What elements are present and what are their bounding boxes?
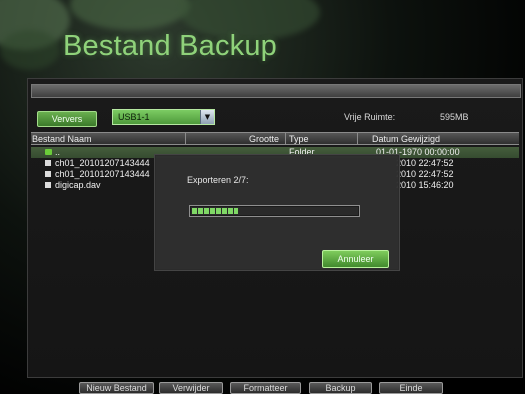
- file-icon: [45, 182, 51, 188]
- file-name: ch01_20101207143444: [55, 158, 150, 168]
- file-name: digicap.dav: [55, 180, 101, 190]
- export-dialog: Exporteren 2/7: Annuleer: [155, 155, 399, 270]
- free-space-value: 595MB: [440, 112, 469, 122]
- chevron-down-icon[interactable]: ▼: [200, 110, 214, 124]
- format-button[interactable]: Formatteer: [230, 382, 301, 394]
- foliage-decoration: [0, 30, 60, 70]
- backup-button[interactable]: Backup: [309, 382, 372, 394]
- column-header-date: Datum Gewijzigd: [372, 134, 441, 144]
- file-icon: [45, 160, 51, 166]
- screen: Bestand Backup Ververs USB1-1 ▼ Vrije Ru…: [0, 0, 525, 394]
- progress-fill: [192, 208, 238, 214]
- column-divider: [357, 133, 358, 145]
- file-name: ..: [55, 147, 61, 157]
- new-file-button[interactable]: Nieuw Bestand: [79, 382, 154, 394]
- refresh-button[interactable]: Ververs: [37, 111, 97, 127]
- column-header-size: Grootte: [249, 134, 280, 144]
- page-title: Bestand Backup: [63, 30, 277, 62]
- file-date: 2010 22:47:52: [396, 169, 454, 179]
- exit-button[interactable]: Einde: [379, 382, 443, 394]
- header-strip: [31, 84, 521, 98]
- export-progress-bar: [189, 205, 360, 217]
- foliage-decoration: [70, 0, 190, 30]
- file-date: 2010 22:47:52: [396, 158, 454, 168]
- column-header-name: Bestand Naam: [32, 134, 92, 144]
- delete-button[interactable]: Verwijder: [159, 382, 223, 394]
- folder-icon: [45, 149, 52, 155]
- cancel-button[interactable]: Annuleer: [322, 250, 389, 268]
- free-space-label: Vrije Ruimte:: [344, 112, 396, 122]
- column-header-type: Type: [289, 134, 309, 144]
- file-table-header: Bestand Naam Grootte Type Datum Gewijzig…: [31, 132, 519, 145]
- export-status-text: Exporteren 2/7:: [187, 175, 249, 185]
- column-divider: [185, 133, 186, 145]
- file-date: 2010 15:46:20: [396, 180, 454, 190]
- file-name: ch01_20101207143444: [55, 169, 150, 179]
- device-select-value: USB1-1: [118, 112, 150, 122]
- device-select[interactable]: USB1-1 ▼: [112, 109, 215, 125]
- column-divider: [285, 133, 286, 145]
- file-icon: [45, 171, 51, 177]
